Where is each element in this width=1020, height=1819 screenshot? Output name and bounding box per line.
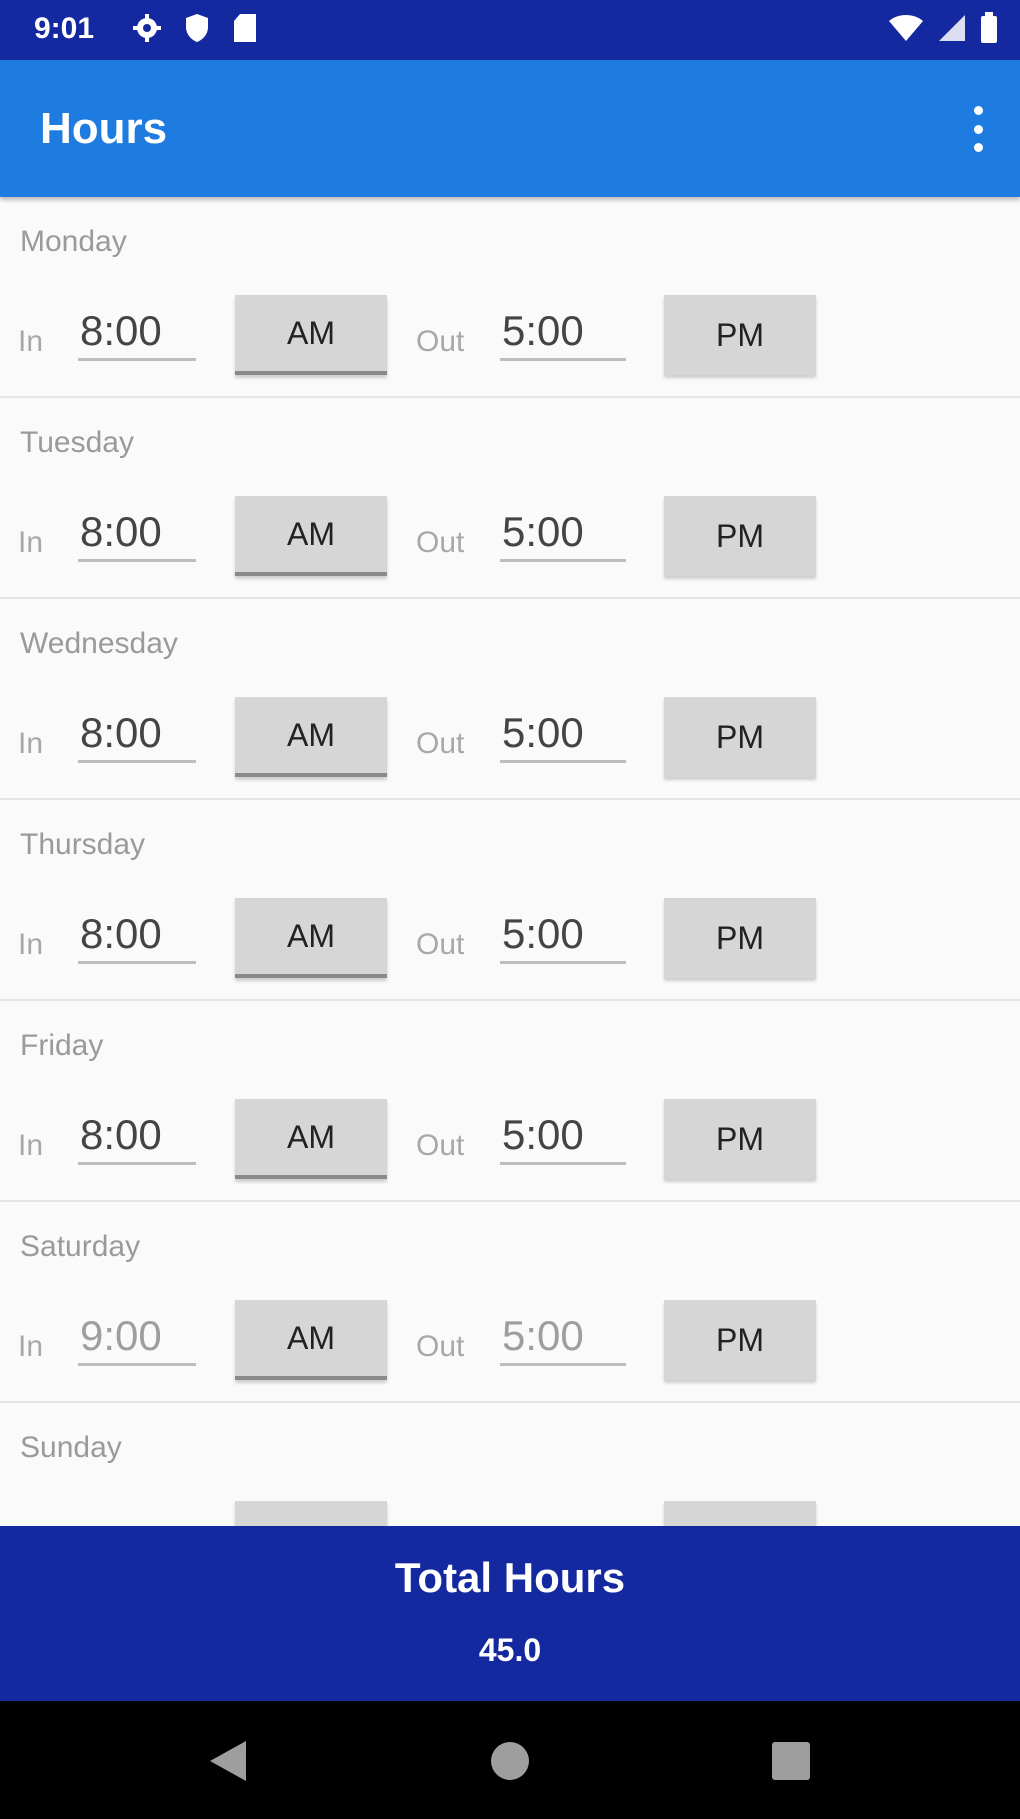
day-label: Monday — [20, 225, 127, 258]
day-label: Tuesday — [20, 426, 134, 459]
in-time-field[interactable]: 8:00 — [78, 307, 196, 361]
status-icons-right — [888, 11, 998, 49]
in-ampm-button[interactable]: AM — [235, 295, 387, 375]
day-label: Sunday — [20, 1431, 122, 1464]
in-label: In — [18, 928, 44, 961]
in-ampm-button[interactable]: AM — [235, 898, 387, 978]
total-hours-panel: Total Hours 45.0 — [0, 1526, 1020, 1701]
day-label: Thursday — [20, 828, 146, 861]
app-bar: Hours — [0, 60, 1020, 197]
in-time-field[interactable]: 8:00 — [78, 910, 196, 964]
status-icons-left — [132, 12, 258, 48]
battery-icon — [980, 11, 998, 49]
out-ampm-button[interactable]: PM — [664, 295, 816, 375]
in-label: In — [18, 1129, 44, 1162]
out-ampm-button[interactable]: PM — [664, 697, 816, 777]
out-label: Out — [416, 526, 465, 559]
in-time-field[interactable]: 8:00 — [78, 1111, 196, 1165]
out-label: Out — [416, 928, 465, 961]
day-row-sunday: Sunday — [0, 1403, 1020, 1526]
more-vert-icon[interactable] — [966, 106, 990, 152]
status-bar: 9:01 — [0, 0, 1020, 60]
in-ampm-button[interactable] — [235, 1501, 387, 1526]
in-ampm-button[interactable]: AM — [235, 697, 387, 777]
back-icon[interactable] — [198, 1731, 258, 1791]
day-label: Friday — [20, 1029, 104, 1062]
out-ampm-button[interactable] — [664, 1501, 816, 1526]
day-row-saturday: Saturday In 9:00 AM Out 5:00 PM — [0, 1202, 1020, 1403]
out-ampm-button[interactable]: PM — [664, 1099, 816, 1179]
total-hours-title: Total Hours — [394, 1554, 626, 1601]
in-ampm-button[interactable]: AM — [235, 1300, 387, 1380]
recents-icon[interactable] — [761, 1731, 821, 1791]
day-label: Wednesday — [20, 627, 178, 660]
gear-icon — [132, 13, 162, 48]
hours-list[interactable]: Monday In 8:00 AM Out 5:00 PM Tuesday In… — [0, 197, 1020, 1526]
out-ampm-button[interactable]: PM — [664, 1300, 816, 1380]
status-time: 9:01 — [34, 12, 95, 45]
navigation-bar — [0, 1701, 1020, 1819]
day-row-wednesday: Wednesday In 8:00 AM Out 5:00 PM — [0, 599, 1020, 800]
out-label: Out — [416, 727, 465, 760]
in-ampm-button[interactable]: AM — [235, 1099, 387, 1179]
day-row-thursday: Thursday In 8:00 AM Out 5:00 PM — [0, 800, 1020, 1001]
out-time-field[interactable]: 5:00 — [500, 508, 626, 562]
out-time-field[interactable]: 5:00 — [500, 307, 626, 361]
in-label: In — [18, 727, 44, 760]
out-label: Out — [416, 325, 465, 358]
shield-icon — [184, 13, 210, 48]
out-label: Out — [416, 1129, 465, 1162]
out-time-field[interactable]: 5:00 — [500, 1312, 626, 1366]
in-label: In — [18, 526, 44, 559]
in-label: In — [18, 325, 44, 358]
day-row-friday: Friday In 8:00 AM Out 5:00 PM — [0, 1001, 1020, 1202]
app-title: Hours — [40, 104, 168, 153]
cell-signal-icon — [938, 13, 966, 48]
day-row-tuesday: Tuesday In 8:00 AM Out 5:00 PM — [0, 398, 1020, 599]
out-label: Out — [416, 1330, 465, 1363]
day-label: Saturday — [20, 1230, 141, 1263]
in-time-field[interactable]: 9:00 — [78, 1312, 196, 1366]
in-time-field[interactable]: 8:00 — [78, 508, 196, 562]
sd-card-icon — [232, 13, 258, 48]
total-hours-value: 45.0 — [478, 1632, 542, 1668]
in-ampm-button[interactable]: AM — [235, 496, 387, 576]
out-time-field[interactable]: 5:00 — [500, 709, 626, 763]
home-icon[interactable] — [480, 1731, 540, 1791]
wifi-icon — [888, 13, 924, 48]
out-time-field[interactable]: 5:00 — [500, 910, 626, 964]
out-time-field[interactable]: 5:00 — [500, 1111, 626, 1165]
in-label: In — [18, 1330, 44, 1363]
day-row-monday: Monday In 8:00 AM Out 5:00 PM — [0, 197, 1020, 398]
in-time-field[interactable]: 8:00 — [78, 709, 196, 763]
out-ampm-button[interactable]: PM — [664, 496, 816, 576]
out-ampm-button[interactable]: PM — [664, 898, 816, 978]
